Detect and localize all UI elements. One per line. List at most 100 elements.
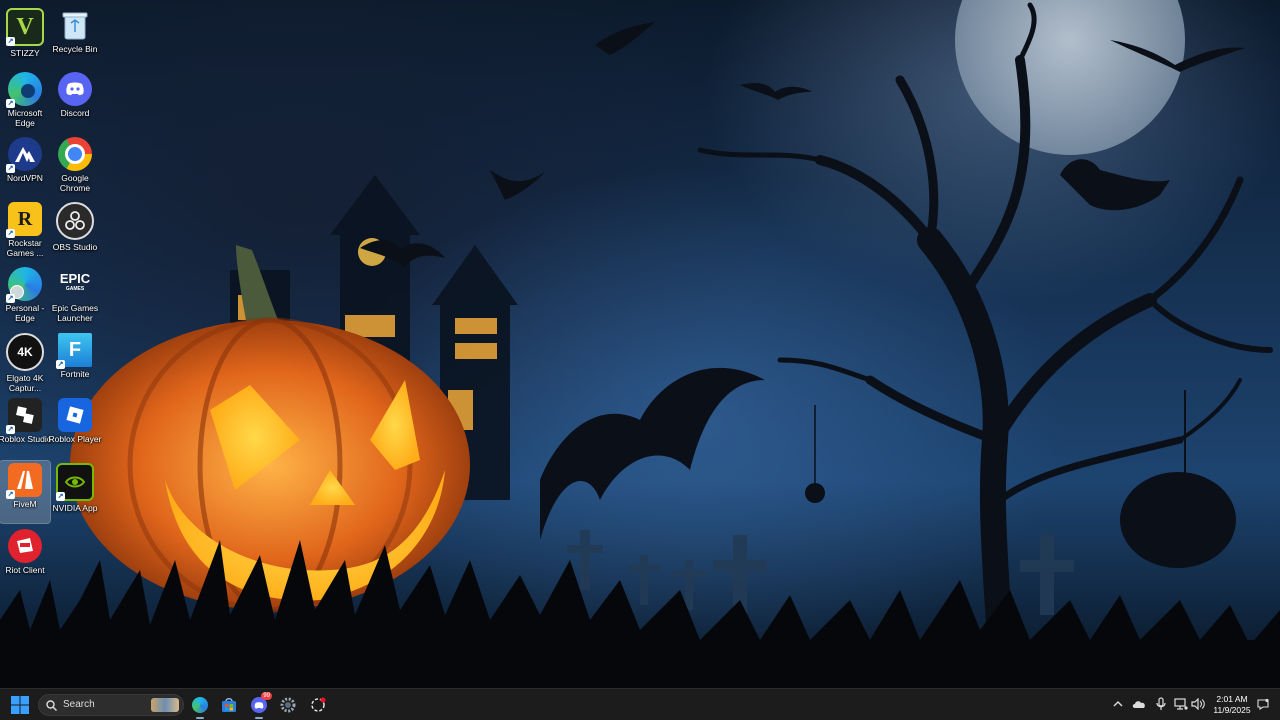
bat: [490, 170, 545, 200]
desktop-icon-label: Personal - Edge: [5, 303, 45, 323]
desktop-icon-label: Roblox Studio: [0, 434, 52, 444]
clock-time: 2:01 AM: [1216, 694, 1248, 704]
tray-network[interactable]: [1174, 697, 1188, 711]
speaker-icon: [1191, 698, 1205, 710]
stizzy-icon: V ↗: [6, 8, 44, 46]
hanging-pumpkin: [1120, 472, 1236, 568]
discord-icon: [58, 72, 92, 106]
desktop-icon-label: Discord: [60, 108, 90, 118]
desktop-icon-elgato[interactable]: 4K Elgato 4K Captur...: [0, 331, 50, 393]
shortcut-arrow-icon: ↗: [6, 490, 15, 499]
desktop-icon-label: Microsoft Edge: [7, 108, 43, 128]
desktop-icon-fivem[interactable]: ↗ FiveM: [0, 460, 51, 524]
bat: [595, 22, 655, 55]
chrome-icon: [58, 137, 92, 171]
obs-icon: [56, 202, 94, 240]
desktop-icon-label: Rockstar Games ...: [6, 238, 44, 258]
nordvpn-icon: ↗: [6, 137, 42, 173]
start-button[interactable]: [8, 693, 32, 717]
taskbar-clock[interactable]: 2:01 AM 11/9/2025: [1206, 694, 1258, 716]
discord-notification-badge: 99: [261, 692, 272, 700]
desktop-icon-label: STIZZY: [10, 48, 40, 58]
shortcut-arrow-icon: ↗: [6, 294, 15, 303]
edge-icon: [192, 697, 208, 713]
rockstar-icon: R ↗: [6, 202, 42, 238]
desktop-icon-label: Google Chrome: [59, 173, 91, 193]
recycle-bin-icon: [58, 8, 92, 42]
shortcut-arrow-icon: ↗: [56, 492, 65, 501]
desktop-icon-obs-studio[interactable]: OBS Studio: [50, 200, 100, 262]
desktop-icon-label: Epic Games Launcher: [51, 303, 99, 323]
shortcut-arrow-icon: ↗: [6, 425, 15, 434]
moon: [955, 0, 1185, 155]
desktop-icon-microsoft-edge[interactable]: ↗ Microsoft Edge: [0, 70, 50, 132]
shortcut-arrow-icon: ↗: [6, 229, 15, 238]
cloud-icon: [1132, 701, 1145, 708]
network-icon: [1174, 698, 1188, 710]
edge-profile-icon: ↗: [6, 267, 42, 303]
taskbar-search-box[interactable]: Search: [38, 694, 184, 716]
desktop-icon-roblox-studio[interactable]: ↗ Roblox Studio: [0, 396, 52, 458]
desktop-icon-label: Riot Client: [5, 565, 45, 575]
taskbar-edge[interactable]: [188, 693, 212, 719]
store-icon: [222, 698, 236, 712]
raven: [1060, 159, 1170, 211]
large-bat: [540, 367, 765, 540]
riot-client-icon: [8, 529, 42, 563]
taskbar-microsoft-store[interactable]: [217, 693, 241, 717]
bat: [740, 82, 812, 100]
desktop-icon-discord[interactable]: Discord: [50, 70, 100, 132]
chevron-up-icon: [1113, 701, 1123, 707]
desktop-icon-epic-games[interactable]: EPIC GAMES Epic Games Launcher: [50, 265, 100, 327]
desktop-icon-fortnite[interactable]: F ↗ Fortnite: [50, 331, 100, 393]
desktop-icon-label: OBS Studio: [52, 242, 98, 252]
nvidia-icon: ↗: [56, 463, 94, 501]
tray-volume[interactable]: [1191, 697, 1205, 711]
desktop-icon-personal-edge[interactable]: ↗ Personal - Edge: [0, 265, 50, 327]
search-highlight-icon: [151, 698, 179, 712]
desktop-icon-riot-client[interactable]: Riot Client: [0, 527, 50, 589]
clock-date: 11/9/2025: [1213, 705, 1251, 715]
desktop-icon-label: Fortnite: [60, 369, 90, 379]
tray-onedrive[interactable]: [1132, 697, 1146, 711]
fivem-icon: ↗: [6, 463, 42, 499]
desktop-icon-label: NordVPN: [7, 173, 43, 183]
roblox-studio-icon: ↗: [6, 398, 42, 434]
fortnite-icon: F ↗: [56, 333, 92, 369]
shortcut-arrow-icon: ↗: [6, 37, 15, 46]
notification-center-button[interactable]: [1256, 697, 1270, 711]
desktop-icon-roblox-player[interactable]: Roblox Player: [49, 396, 101, 458]
shortcut-arrow-icon: ↗: [6, 99, 15, 108]
desktop-icon-google-chrome[interactable]: Google Chrome: [50, 135, 100, 197]
desktop-icon-label: Recycle Bin: [52, 44, 98, 54]
epic-games-icon: EPIC GAMES: [59, 271, 91, 292]
search-icon: [46, 700, 57, 711]
taskbar-settings[interactable]: [276, 693, 300, 717]
desktop-icon-label: Elgato 4K Captur...: [6, 373, 44, 393]
taskbar: Search 99 2:01 AM 11/9/2025: [0, 688, 1280, 720]
shortcut-arrow-icon: ↗: [6, 164, 15, 173]
show-hidden-icons-chevron[interactable]: [1111, 697, 1125, 711]
desktop-icon-recycle-bin[interactable]: Recycle Bin: [50, 6, 100, 68]
desktop-icon-stizzy[interactable]: V ↗ STIZZY: [0, 6, 50, 68]
search-placeholder: Search: [63, 699, 95, 710]
desktop-icon-nvidia-app[interactable]: ↗ NVIDIA App: [50, 461, 100, 523]
desktop-icon-rockstar-games[interactable]: R ↗ Rockstar Games ...: [0, 200, 50, 262]
edge-icon: ↗: [6, 72, 42, 108]
desktop-icon-label: NVIDIA App: [52, 503, 98, 513]
tray-microphone[interactable]: [1154, 697, 1168, 711]
roblox-player-icon: [58, 398, 92, 432]
desktop-icon-nordvpn[interactable]: ↗ NordVPN: [0, 135, 50, 197]
elgato-icon: 4K: [6, 333, 44, 371]
taskbar-snipping-tool[interactable]: [306, 693, 330, 717]
taskbar-discord[interactable]: 99: [247, 692, 272, 719]
spider: [805, 483, 825, 503]
desktop-wallpaper: [0, 0, 1280, 688]
halloween-scene: [0, 0, 1280, 688]
desktop-icon-label: FiveM: [13, 499, 37, 509]
shortcut-arrow-icon: ↗: [56, 360, 65, 369]
windows-logo-icon: [11, 696, 29, 714]
snipping-tool-icon: [311, 697, 326, 712]
notification-bell-icon: [1257, 698, 1269, 710]
gear-icon: [280, 697, 296, 713]
